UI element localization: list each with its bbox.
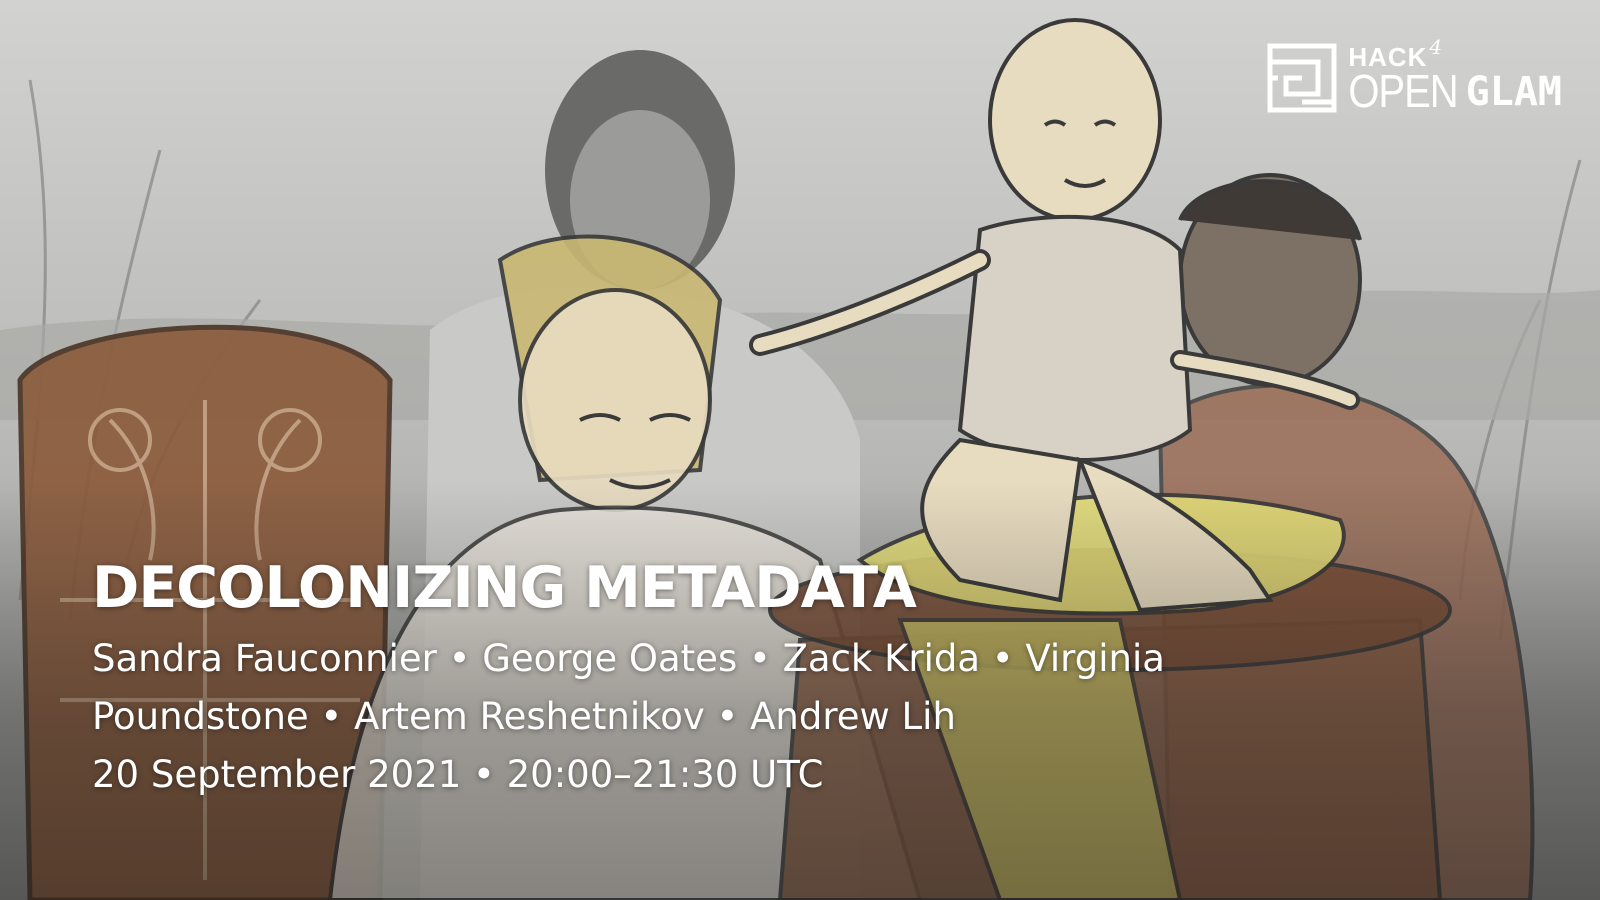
logo-wordmark: HACK 4 OPEN GLAM — [1348, 37, 1562, 118]
logo-four-text: 4 — [1429, 35, 1444, 59]
hack4openglam-logo: HACK 4 OPEN GLAM — [1266, 37, 1562, 118]
event-info: DECOLONIZING METADATA Sandra Fauconnier … — [92, 555, 1292, 804]
event-speakers: Sandra Fauconnier • George Oates • Zack … — [92, 636, 1165, 738]
event-banner: HACK 4 OPEN GLAM DECOLONIZING METADATA Sa… — [0, 0, 1600, 900]
event-title: DECOLONIZING METADATA — [92, 555, 917, 621]
logo-open-text: OPEN — [1348, 66, 1458, 118]
hack4openglam-logo-mark-icon — [1267, 43, 1337, 113]
logo-glam-text: GLAM — [1465, 69, 1562, 115]
event-datetime: 20 September 2021 • 20:00–21:30 UTC — [92, 752, 824, 796]
